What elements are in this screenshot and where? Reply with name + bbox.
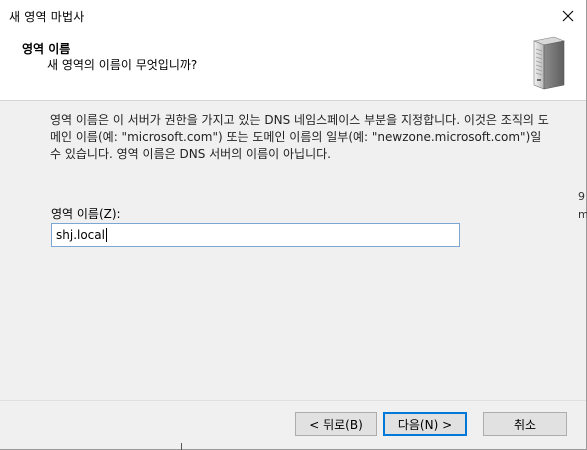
page-title: 영역 이름 [22, 42, 71, 56]
window-title: 새 영역 마법사 [9, 10, 85, 24]
back-button[interactable]: < 뒤로(B) [295, 412, 377, 436]
wizard-header: 영역 이름 새 영역의 이름이 무엇입니까? [0, 31, 586, 101]
text-caret [105, 228, 107, 242]
page-subtitle: 새 영역의 이름이 무엇입니까? [47, 58, 198, 72]
close-button[interactable] [558, 6, 578, 26]
new-zone-wizard-dialog: 새 영역 마법사 영역 이름 새 영역의 이름이 무엇입니까? 영역 이름은 이… [0, 0, 587, 450]
next-button[interactable]: 다음(N) > [383, 412, 467, 436]
zone-name-input[interactable]: shj.local [51, 223, 460, 247]
title-bar: 새 영역 마법사 [0, 0, 586, 31]
server-icon [532, 36, 566, 90]
zone-name-label: 영역 이름(Z): [51, 207, 121, 221]
wizard-content: 영역 이름은 이 서버가 권한을 가지고 있는 DNS 네임스페이스 부분을 지… [0, 101, 586, 401]
edge-text-2: m [578, 208, 587, 221]
close-icon [562, 10, 574, 22]
edge-text-1: 9 [578, 190, 585, 203]
background-window-edge: 9 m [578, 186, 587, 246]
background-window-tick [181, 443, 182, 450]
cancel-button[interactable]: 취소 [483, 412, 567, 436]
zone-name-value: shj.local [56, 228, 105, 242]
footer-divider [0, 400, 586, 401]
zone-name-description: 영역 이름은 이 서버가 권한을 가지고 있는 DNS 네임스페이스 부분을 지… [50, 113, 549, 161]
